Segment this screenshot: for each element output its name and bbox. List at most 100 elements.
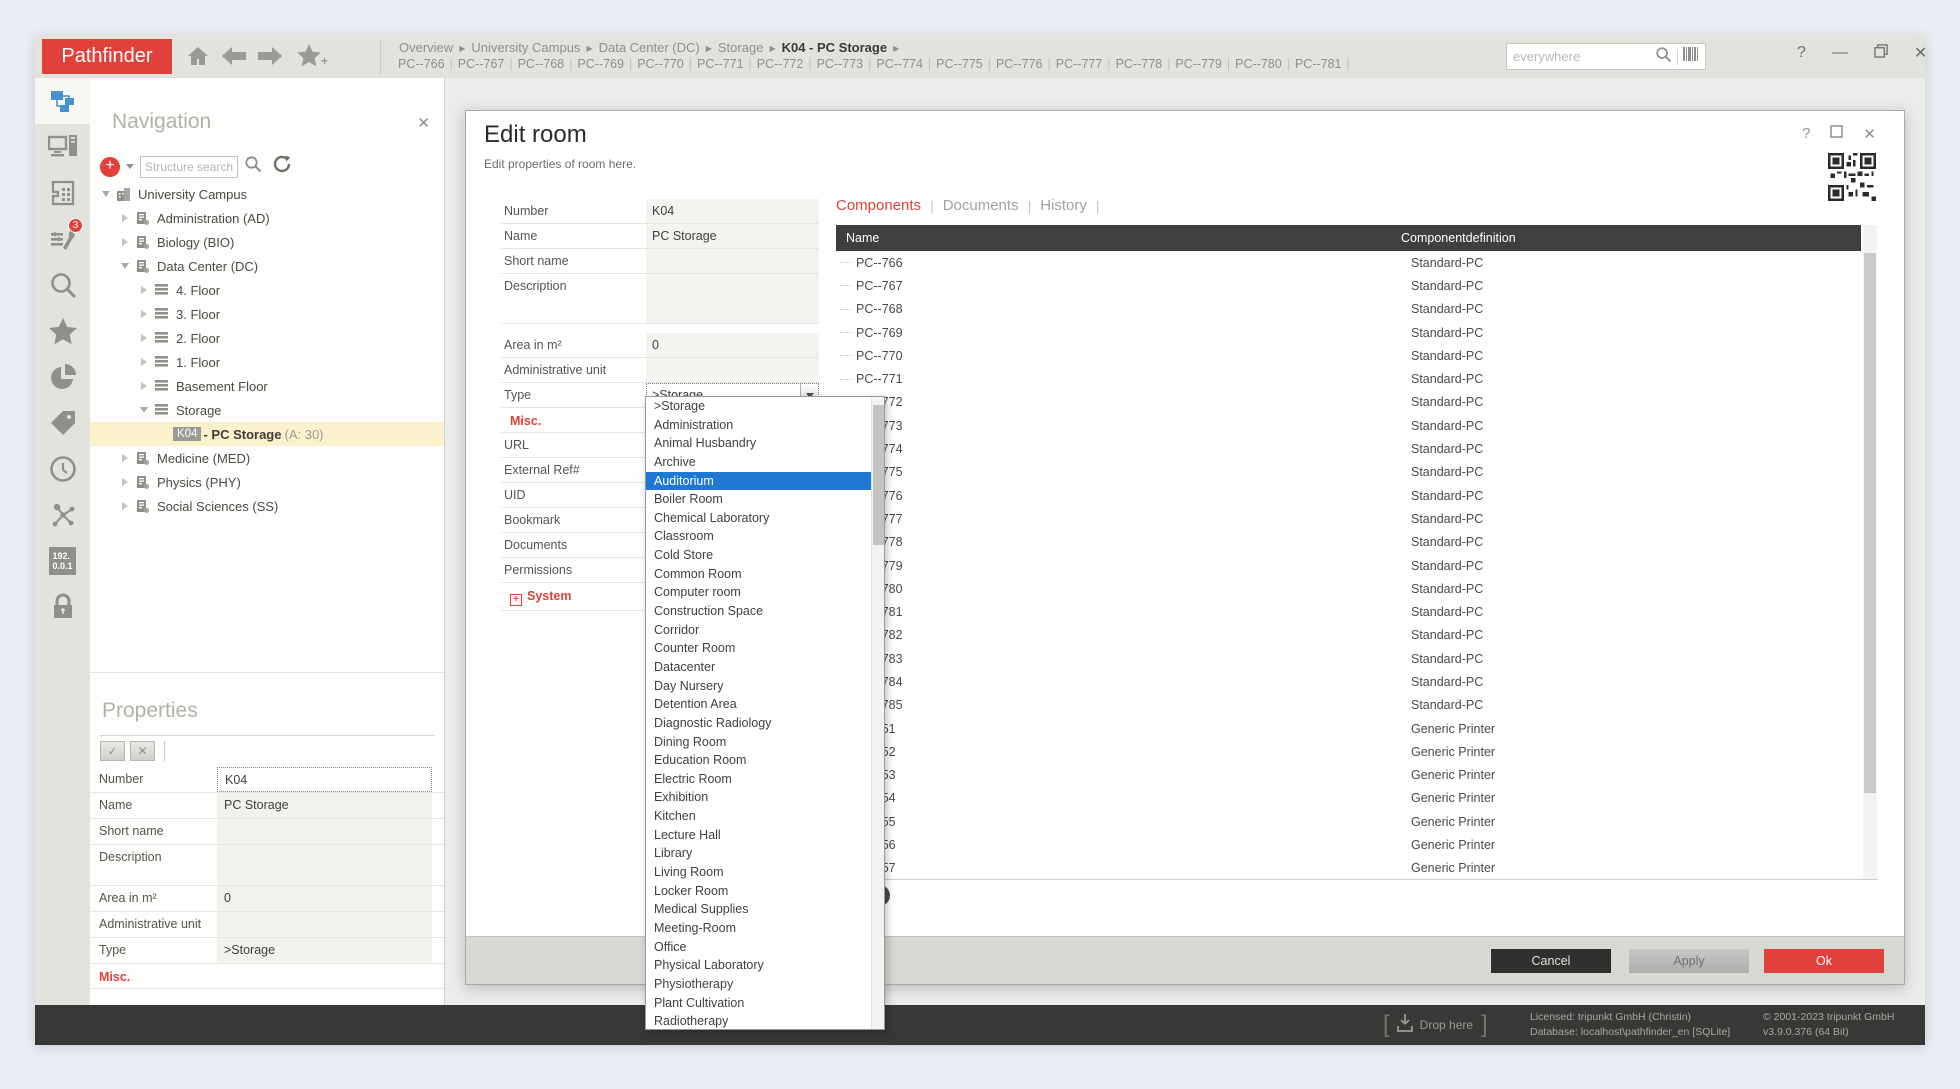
table-row[interactable]: PR--56Generic Printer xyxy=(836,833,1861,856)
dropdown-option[interactable]: Computer room xyxy=(646,583,871,602)
breadcrumb-item[interactable]: Overview xyxy=(399,40,453,55)
dropdown-scrollbar-thumb[interactable] xyxy=(873,405,884,545)
ip-address-badge[interactable]: 192.0.0.1 xyxy=(35,538,90,584)
structure-nav-icon[interactable] xyxy=(35,78,90,124)
table-row[interactable]: PC--771Standard-PC xyxy=(836,367,1861,390)
pc-link[interactable]: PC--767 xyxy=(458,57,505,71)
dropdown-option[interactable]: Cold Store xyxy=(646,546,871,565)
dropdown-option[interactable]: Dining Room xyxy=(646,733,871,752)
tab-history[interactable]: History xyxy=(1040,197,1087,214)
breadcrumb-item[interactable]: Storage xyxy=(718,40,764,55)
dropdown-option[interactable]: Meeting-Room xyxy=(646,919,871,938)
table-row[interactable]: PC--770Standard-PC xyxy=(836,344,1861,367)
dropdown-option[interactable]: Kitchen xyxy=(646,807,871,826)
table-row[interactable]: PC--768Standard-PC xyxy=(836,298,1861,321)
structure-search-input[interactable] xyxy=(140,156,238,178)
tree-expander-icon[interactable] xyxy=(138,380,150,392)
workstation-icon[interactable] xyxy=(35,124,90,170)
properties-field-value[interactable]: K04 xyxy=(217,767,432,792)
dropdown-option[interactable]: Chemical Laboratory xyxy=(646,509,871,528)
dropdown-option[interactable]: Construction Space xyxy=(646,602,871,621)
home-icon[interactable] xyxy=(183,43,213,69)
form-field-value[interactable]: 0 xyxy=(646,333,819,357)
table-row[interactable]: PC--776Standard-PC xyxy=(836,484,1861,507)
floorplan-icon[interactable] xyxy=(35,170,90,216)
table-row[interactable]: PR--52Generic Printer xyxy=(836,740,1861,763)
pc-link[interactable]: PC--770 xyxy=(637,57,684,71)
table-row[interactable]: PC--773Standard-PC xyxy=(836,414,1861,437)
dropdown-option[interactable]: Medical Supplies xyxy=(646,900,871,919)
pc-link[interactable]: PC--772 xyxy=(757,57,804,71)
tree-expander-icon[interactable] xyxy=(138,404,150,416)
tree-item[interactable]: Social Sciences (SS) xyxy=(90,494,444,518)
reports-pie-icon[interactable] xyxy=(35,354,90,400)
navigation-close-icon[interactable]: ✕ xyxy=(417,114,430,132)
back-icon[interactable] xyxy=(219,43,249,69)
dropdown-option[interactable]: Education Room xyxy=(646,751,871,770)
tree-expander-icon[interactable] xyxy=(119,236,131,248)
dropdown-scrollbar[interactable] xyxy=(871,397,884,1029)
form-field-value[interactable] xyxy=(646,358,819,382)
global-search-input[interactable] xyxy=(1513,49,1655,64)
tree-expander-icon[interactable] xyxy=(100,188,112,200)
dropdown-option[interactable]: Office xyxy=(646,938,871,957)
properties-field-value[interactable]: PC Storage xyxy=(217,793,432,818)
form-field-value[interactable] xyxy=(646,249,819,273)
apply-check-button[interactable]: ✓ xyxy=(100,741,125,761)
pc-link[interactable]: PC--773 xyxy=(817,57,864,71)
pc-link[interactable]: PC--780 xyxy=(1235,57,1282,71)
pc-link[interactable]: PC--771 xyxy=(697,57,744,71)
dropdown-option[interactable]: Counter Room xyxy=(646,639,871,658)
table-row[interactable]: PC--777Standard-PC xyxy=(836,507,1861,530)
pc-link[interactable]: PC--775 xyxy=(936,57,983,71)
dropdown-option[interactable]: Radiotherapy xyxy=(646,1012,871,1029)
tab-components[interactable]: Components xyxy=(836,197,921,214)
refresh-icon[interactable] xyxy=(272,154,292,179)
table-row[interactable]: PR--53Generic Printer xyxy=(836,764,1861,787)
network-icon[interactable] xyxy=(35,492,90,538)
properties-field-value[interactable] xyxy=(217,912,432,937)
table-row[interactable]: PR--51Generic Printer xyxy=(836,717,1861,740)
pc-link[interactable]: PC--774 xyxy=(876,57,923,71)
tree-item[interactable]: K04 - PC Storage(A: 30) xyxy=(90,422,444,446)
form-field-value[interactable] xyxy=(646,274,819,323)
tree-expander-icon[interactable] xyxy=(119,260,131,272)
form-field-value[interactable]: PC Storage xyxy=(646,224,819,248)
table-row[interactable]: PC--769Standard-PC xyxy=(836,321,1861,344)
dialog-maximize-icon[interactable] xyxy=(1830,125,1843,143)
tag-icon[interactable] xyxy=(35,400,90,446)
dropdown-option[interactable]: Auditorium xyxy=(646,472,871,491)
dropdown-option[interactable]: Exhibition xyxy=(646,788,871,807)
drop-here-target[interactable]: [ Drop here ] xyxy=(1383,1011,1488,1039)
dropdown-option[interactable]: Day Nursery xyxy=(646,677,871,696)
search-rail-icon[interactable] xyxy=(35,262,90,308)
dropdown-option[interactable]: Datacenter xyxy=(646,658,871,677)
tree-expander-icon[interactable] xyxy=(138,284,150,296)
forward-icon[interactable] xyxy=(255,43,285,69)
properties-field-value[interactable]: >Storage xyxy=(217,938,432,963)
tools-icon[interactable]: 3 xyxy=(35,216,90,262)
table-row[interactable]: PC--772Standard-PC xyxy=(836,391,1861,414)
tree-item[interactable]: 4. Floor xyxy=(90,278,444,302)
pc-link[interactable]: PC--781 xyxy=(1295,57,1342,71)
tree-item[interactable]: University Campus xyxy=(90,182,444,206)
tree-expander-icon[interactable] xyxy=(119,212,131,224)
dropdown-option[interactable]: Physiotherapy xyxy=(646,975,871,994)
tree-item[interactable]: 3. Floor xyxy=(90,302,444,326)
dropdown-option[interactable]: Detention Area xyxy=(646,695,871,714)
ok-button[interactable]: Ok xyxy=(1764,949,1884,973)
lock-icon[interactable] xyxy=(35,584,90,630)
table-row[interactable]: PR--57Generic Printer xyxy=(836,857,1861,879)
apply-button[interactable]: Apply xyxy=(1629,949,1749,973)
properties-field-value[interactable]: 0 xyxy=(217,886,432,911)
pathfinder-logo[interactable]: Pathfinder xyxy=(42,39,172,74)
properties-field-value[interactable] xyxy=(217,845,432,885)
table-row[interactable]: PR--54Generic Printer xyxy=(836,787,1861,810)
tree-expander-icon[interactable] xyxy=(119,452,131,464)
tree-expander-icon[interactable] xyxy=(138,308,150,320)
table-scrollbar[interactable] xyxy=(1863,225,1877,879)
dropdown-option[interactable]: Electric Room xyxy=(646,770,871,789)
tree-item[interactable]: 1. Floor xyxy=(90,350,444,374)
dropdown-option[interactable]: Boiler Room xyxy=(646,490,871,509)
dropdown-option[interactable]: Classroom xyxy=(646,527,871,546)
